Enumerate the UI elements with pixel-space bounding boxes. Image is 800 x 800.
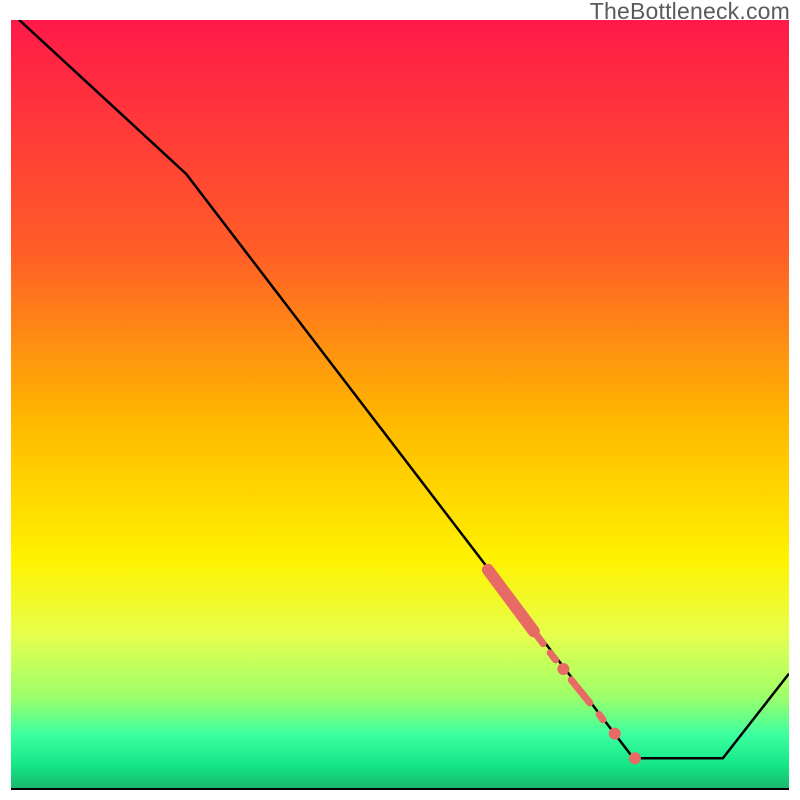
highlight-segment-2	[550, 653, 555, 660]
x-axis-line	[11, 788, 789, 790]
chart-plot-area	[11, 20, 789, 789]
chart-background	[11, 20, 789, 789]
bottleneck-chart: TheBottleneck.com	[0, 0, 800, 800]
highlight-dot-2	[629, 752, 641, 764]
highlight-dot-0	[557, 663, 569, 675]
highlight-dot-1	[609, 728, 621, 740]
highlight-segment-4	[599, 714, 603, 719]
